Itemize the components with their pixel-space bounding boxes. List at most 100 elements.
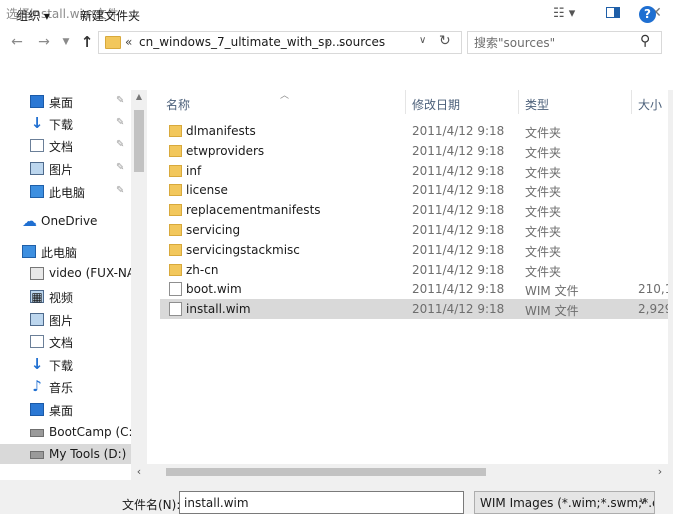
- file-name: replacementmanifests: [186, 203, 321, 218]
- sidebar-item[interactable]: ▦ 视频: [0, 286, 131, 308]
- up-button[interactable]: ↑: [77, 31, 97, 53]
- file-modified: 2011/4/12 9:18: [412, 143, 505, 158]
- sort-ascending-icon: ︿: [280, 91, 290, 101]
- sidebar-item[interactable]: 图片 ✎: [0, 158, 131, 180]
- chevron-up-icon: ▲: [135, 92, 143, 101]
- breadcrumb-segment[interactable]: sources: [339, 35, 385, 49]
- file-type: 文件夹: [525, 165, 562, 180]
- sidebar-item[interactable]: 此电脑: [0, 241, 131, 263]
- column-header-name[interactable]: 名称: [166, 96, 190, 113]
- sidebar-item[interactable]: 桌面: [0, 399, 131, 421]
- file-row[interactable]: install.wim 2011/4/12 9:18 WIM 文件 2,929: [160, 299, 668, 320]
- address-dropdown-button[interactable]: ∨: [419, 35, 426, 46]
- navigation-pane: 桌面 ✎ ↓ 下载 ✎ 文档 ✎ 图片 ✎ 此电脑 ✎ ☁ OneDrive 此电脑 video (FUX-…: [0, 90, 147, 464]
- file-type: WIM 文件: [525, 284, 579, 299]
- file-list-scrollbar[interactable]: [668, 90, 673, 480]
- drive-icon: [30, 451, 44, 459]
- sidebar-item[interactable]: 文档: [0, 331, 131, 353]
- sidebar-item-label: 桌面: [49, 404, 74, 418]
- videos-icon: ▦: [30, 290, 44, 304]
- arrow-left-icon: ←: [11, 34, 23, 50]
- sidebar-item-label: 下载: [49, 359, 74, 373]
- search-box[interactable]: ⚲: [467, 31, 662, 54]
- sidebar-item[interactable]: 文档 ✎: [0, 135, 131, 157]
- forward-button[interactable]: →: [35, 31, 53, 53]
- sidebar-item[interactable]: My Tools (D:): [0, 444, 131, 464]
- back-button[interactable]: ←: [8, 31, 26, 53]
- refresh-icon: ↻: [439, 33, 451, 49]
- column-header-modified[interactable]: 修改日期: [412, 96, 460, 113]
- file-name: inf: [186, 163, 202, 178]
- pin-icon: ✎: [116, 95, 125, 106]
- column-header-type[interactable]: 类型: [525, 96, 549, 113]
- file-row[interactable]: servicingstackmisc 2011/4/12 9:18 文件夹: [160, 240, 668, 260]
- nav-scrollbar-thumb[interactable]: [134, 110, 144, 172]
- address-bar[interactable]: « cn_windows_7_ultimate_with_sp... › sou…: [98, 31, 462, 54]
- sidebar-item-label: 音乐: [49, 381, 74, 395]
- file-type: 文件夹: [525, 244, 562, 259]
- sidebar-item[interactable]: 桌面 ✎: [0, 91, 131, 113]
- horizontal-scrollbar-thumb[interactable]: [166, 468, 486, 476]
- column-divider[interactable]: [518, 90, 519, 114]
- breadcrumb-overflow-button[interactable]: «: [125, 35, 132, 49]
- computer-icon: [30, 185, 44, 198]
- pin-icon: ✎: [116, 117, 125, 128]
- scroll-left-button[interactable]: ‹: [131, 465, 147, 479]
- filename-input[interactable]: [179, 491, 464, 514]
- file-row[interactable]: etwproviders 2011/4/12 9:18 文件夹: [160, 141, 668, 161]
- help-button[interactable]: ?: [639, 6, 656, 23]
- file-row[interactable]: boot.wim 2011/4/12 9:18 WIM 文件 210,1: [160, 279, 668, 299]
- search-icon[interactable]: ⚲: [640, 33, 650, 49]
- file-type: 文件夹: [525, 264, 562, 279]
- scroll-right-button[interactable]: ›: [652, 465, 668, 479]
- file-row[interactable]: servicing 2011/4/12 9:18 文件夹: [160, 220, 668, 240]
- breadcrumb-separator-button[interactable]: ›: [325, 35, 330, 49]
- file-modified: 2011/4/12 9:18: [412, 183, 505, 198]
- chevron-down-icon: ∨: [639, 496, 647, 507]
- pin-icon: ✎: [116, 185, 125, 196]
- search-input[interactable]: [474, 34, 634, 51]
- pin-icon: ✎: [116, 162, 125, 173]
- sidebar-item[interactable]: ↓ 下载 ✎: [0, 113, 131, 135]
- sidebar-item[interactable]: 此电脑 ✎: [0, 181, 131, 203]
- sidebar-item-label: 下载: [49, 118, 74, 132]
- column-divider[interactable]: [405, 90, 406, 114]
- scroll-up-button[interactable]: ▲: [131, 92, 147, 106]
- file-name: dlmanifests: [186, 124, 256, 138]
- refresh-button[interactable]: ↻: [439, 33, 451, 49]
- recent-locations-button[interactable]: ▼: [60, 31, 72, 53]
- breadcrumb-segment[interactable]: cn_windows_7_ultimate_with_sp...: [139, 35, 344, 49]
- file-row[interactable]: license 2011/4/12 9:18 文件夹: [160, 180, 668, 200]
- file-row[interactable]: dlmanifests 2011/4/12 9:18 文件夹: [160, 121, 668, 141]
- network-drive-icon: [30, 267, 44, 280]
- music-icon: ♪: [32, 377, 42, 395]
- file-icon: [169, 302, 182, 317]
- preview-pane-button[interactable]: [606, 7, 620, 18]
- sidebar-item[interactable]: 图片: [0, 309, 131, 331]
- toolbar: [0, 60, 673, 90]
- pin-icon: ✎: [116, 139, 125, 150]
- column-header-size[interactable]: 大小: [638, 96, 662, 113]
- column-divider[interactable]: [631, 90, 632, 114]
- file-modified: 2011/4/12 9:18: [412, 302, 505, 317]
- file-type: 文件夹: [525, 205, 562, 220]
- sidebar-item[interactable]: video (FUX-NA: [0, 263, 135, 285]
- file-row[interactable]: replacementmanifests 2011/4/12 9:18 文件夹: [160, 200, 668, 220]
- sidebar-item[interactable]: ♪ 音乐: [0, 376, 131, 398]
- view-details-icon: ☷ ▾: [553, 6, 576, 21]
- file-modified: 2011/4/12 9:18: [412, 163, 505, 178]
- organize-button[interactable]: 组织 ▾: [16, 7, 50, 24]
- file-row[interactable]: zh-cn 2011/4/12 9:18 文件夹: [160, 260, 668, 280]
- pictures-icon: [30, 162, 44, 175]
- sidebar-item[interactable]: ↓ 下载: [0, 354, 131, 376]
- file-row[interactable]: inf 2011/4/12 9:18 文件夹: [160, 161, 668, 181]
- folder-icon: [169, 184, 182, 197]
- arrow-right-icon: →: [38, 34, 50, 50]
- view-options-button[interactable]: ☷ ▾: [553, 6, 575, 21]
- new-folder-button[interactable]: 新建文件夹: [80, 7, 140, 24]
- file-name: zh-cn: [186, 262, 219, 277]
- sidebar-item[interactable]: BootCamp (C:): [0, 422, 137, 444]
- sidebar-item-label: 图片: [49, 314, 74, 328]
- sidebar-item[interactable]: ☁ OneDrive: [0, 211, 131, 233]
- filetype-select[interactable]: WIM Images (*.wim;*.swm;*.e ∨: [474, 491, 655, 514]
